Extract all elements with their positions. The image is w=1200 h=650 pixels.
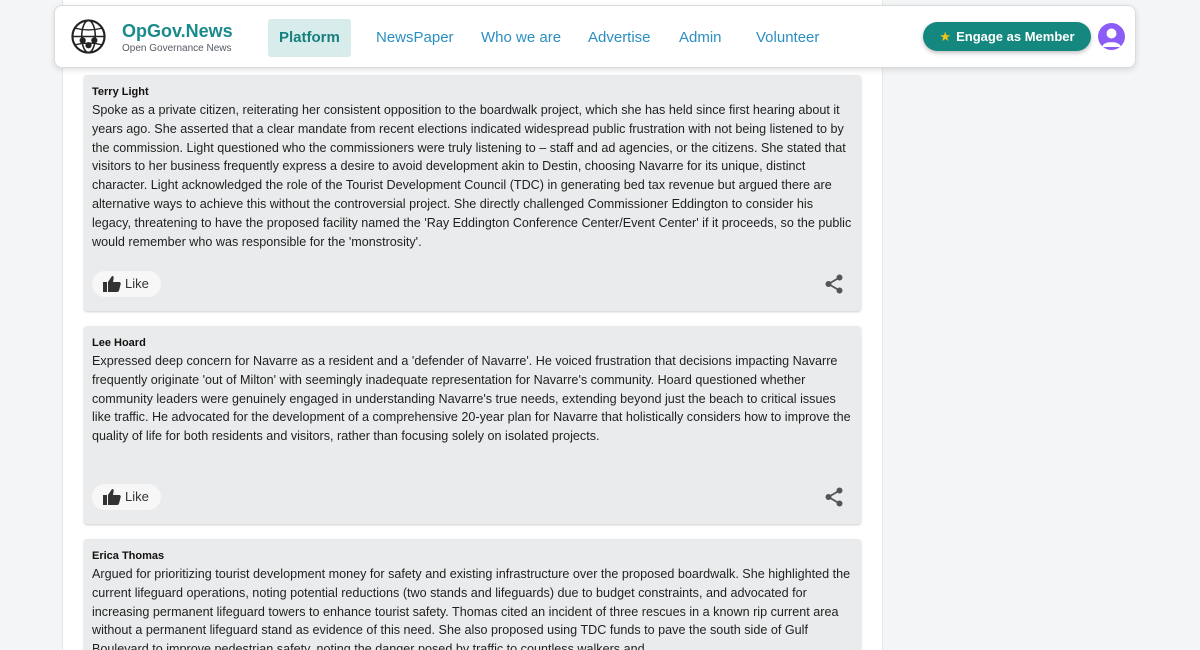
page: Terry Light Spoke as a private citizen, …	[0, 0, 1200, 650]
comment-text: Expressed deep concern for Navarre as a …	[92, 354, 851, 444]
like-button[interactable]: Like	[92, 484, 161, 510]
comment-text: Argued for prioritizing tourist developm…	[92, 567, 851, 650]
commenter-name: Lee Hoard	[92, 337, 146, 349]
commenter-name: Terry Light	[92, 86, 149, 98]
comment-card: Erica Thomas Argued for prioritizing tou…	[84, 539, 861, 650]
engage-member-button[interactable]: ★ Engage as Member	[923, 22, 1091, 51]
nav-advertise[interactable]: Advertise	[588, 19, 651, 57]
user-avatar[interactable]	[1098, 23, 1125, 50]
brand-name: OpGov.News	[122, 21, 233, 41]
globe-logo-icon[interactable]	[71, 19, 106, 54]
star-icon: ★	[939, 29, 952, 44]
nav-platform[interactable]: Platform	[268, 19, 351, 57]
like-label: Like	[125, 276, 149, 291]
user-avatar-icon	[1102, 28, 1121, 47]
engage-member-label: Engage as Member	[956, 29, 1075, 44]
share-icon[interactable]	[824, 274, 844, 294]
like-label: Like	[125, 489, 149, 504]
nav-who-we-are[interactable]: Who we are	[481, 19, 561, 57]
comment-card: Lee Hoard Expressed deep concern for Nav…	[84, 326, 861, 524]
share-icon[interactable]	[824, 487, 844, 507]
thumbs-up-icon	[103, 276, 121, 292]
comment-text: Spoke as a private citizen, reiterating …	[92, 103, 852, 249]
nav-volunteer[interactable]: Volunteer	[756, 19, 819, 57]
nav-newspaper[interactable]: NewsPaper	[376, 19, 454, 57]
nav-admin[interactable]: Admin	[679, 19, 722, 57]
top-navbar: OpGov.News Open Governance News Platform…	[54, 5, 1136, 68]
comment-card: Terry Light Spoke as a private citizen, …	[84, 75, 861, 311]
thumbs-up-icon	[103, 489, 121, 505]
like-button[interactable]: Like	[92, 271, 161, 297]
commenter-name: Erica Thomas	[92, 550, 165, 562]
brand[interactable]: OpGov.News Open Governance News	[122, 21, 233, 55]
brand-tagline: Open Governance News	[122, 43, 232, 54]
